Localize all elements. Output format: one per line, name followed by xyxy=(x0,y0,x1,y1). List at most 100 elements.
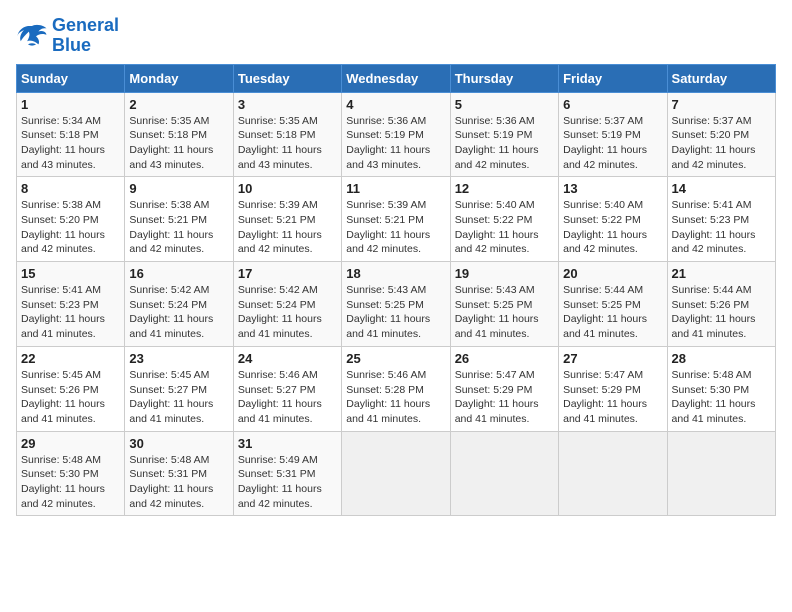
calendar-cell: 19 Sunrise: 5:43 AM Sunset: 5:25 PM Dayli… xyxy=(450,262,558,347)
day-number: 18 xyxy=(346,266,445,281)
calendar-row: 22Sunrise: 5:45 AM Sunset: 5:26 PM Dayli… xyxy=(17,346,776,431)
col-header-saturday: Saturday xyxy=(667,64,775,92)
col-header-sunday: Sunday xyxy=(17,64,125,92)
calendar-cell: 17 Sunrise: 5:42 AM Sunset: 5:24 PM Dayli… xyxy=(233,262,341,347)
day-number: 16 xyxy=(129,266,228,281)
day-number: 12 xyxy=(455,181,554,196)
day-info: Sunrise: 5:41 AM Sunset: 5:23 PM Dayligh… xyxy=(21,283,120,342)
calendar-cell: 15 Sunrise: 5:41 AM Sunset: 5:23 PM Dayli… xyxy=(17,262,125,347)
day-info: Sunrise: 5:45 AM Sunset: 5:27 PM Dayligh… xyxy=(129,368,228,427)
day-info: Sunrise: 5:39 AM Sunset: 5:21 PM Dayligh… xyxy=(346,198,445,257)
day-info: Sunrise: 5:37 AM Sunset: 5:20 PM Dayligh… xyxy=(672,114,771,173)
calendar-cell: 11 Sunrise: 5:39 AM Sunset: 5:21 PM Dayli… xyxy=(342,177,450,262)
day-info: Sunrise: 5:44 AM Sunset: 5:26 PM Dayligh… xyxy=(672,283,771,342)
calendar-cell: 26 Sunrise: 5:47 AM Sunset: 5:29 PM Dayli… xyxy=(450,346,558,431)
calendar-row: 8 Sunrise: 5:38 AM Sunset: 5:20 PM Daylig… xyxy=(17,177,776,262)
day-number: 26 xyxy=(455,351,554,366)
calendar-cell: 16 Sunrise: 5:42 AM Sunset: 5:24 PM Dayli… xyxy=(125,262,233,347)
day-number: 29 xyxy=(21,436,120,451)
calendar-cell: 5 Sunrise: 5:36 AM Sunset: 5:19 PM Daylig… xyxy=(450,92,558,177)
calendar-cell: 29Sunrise: 5:48 AM Sunset: 5:30 PM Dayli… xyxy=(17,431,125,516)
calendar-cell: 14 Sunrise: 5:41 AM Sunset: 5:23 PM Dayli… xyxy=(667,177,775,262)
calendar-cell: 4 Sunrise: 5:36 AM Sunset: 5:19 PM Daylig… xyxy=(342,92,450,177)
calendar-cell: 27 Sunrise: 5:47 AM Sunset: 5:29 PM Dayli… xyxy=(559,346,667,431)
day-number: 28 xyxy=(672,351,771,366)
day-number: 9 xyxy=(129,181,228,196)
day-info: Sunrise: 5:41 AM Sunset: 5:23 PM Dayligh… xyxy=(672,198,771,257)
day-info: Sunrise: 5:43 AM Sunset: 5:25 PM Dayligh… xyxy=(455,283,554,342)
day-number: 8 xyxy=(21,181,120,196)
calendar-cell: 21 Sunrise: 5:44 AM Sunset: 5:26 PM Dayli… xyxy=(667,262,775,347)
calendar-cell: 18 Sunrise: 5:43 AM Sunset: 5:25 PM Dayli… xyxy=(342,262,450,347)
day-number: 15 xyxy=(21,266,120,281)
col-header-thursday: Thursday xyxy=(450,64,558,92)
calendar-cell: 12 Sunrise: 5:40 AM Sunset: 5:22 PM Dayli… xyxy=(450,177,558,262)
calendar-cell: 13Sunrise: 5:40 AM Sunset: 5:22 PM Dayli… xyxy=(559,177,667,262)
day-number: 7 xyxy=(672,97,771,112)
day-info: Sunrise: 5:38 AM Sunset: 5:20 PM Dayligh… xyxy=(21,198,120,257)
day-info: Sunrise: 5:47 AM Sunset: 5:29 PM Dayligh… xyxy=(455,368,554,427)
day-number: 6 xyxy=(563,97,662,112)
col-header-wednesday: Wednesday xyxy=(342,64,450,92)
calendar-cell xyxy=(342,431,450,516)
calendar-cell: 30 Sunrise: 5:48 AM Sunset: 5:31 PM Dayli… xyxy=(125,431,233,516)
day-number: 23 xyxy=(129,351,228,366)
calendar-row: 1Sunrise: 5:34 AM Sunset: 5:18 PM Daylig… xyxy=(17,92,776,177)
calendar-cell: 24 Sunrise: 5:46 AM Sunset: 5:27 PM Dayli… xyxy=(233,346,341,431)
day-number: 20 xyxy=(563,266,662,281)
calendar-cell: 31 Sunrise: 5:49 AM Sunset: 5:31 PM Dayli… xyxy=(233,431,341,516)
day-number: 17 xyxy=(238,266,337,281)
day-number: 14 xyxy=(672,181,771,196)
day-info: Sunrise: 5:40 AM Sunset: 5:22 PM Dayligh… xyxy=(455,198,554,257)
day-info: Sunrise: 5:34 AM Sunset: 5:18 PM Dayligh… xyxy=(21,114,120,173)
day-info: Sunrise: 5:36 AM Sunset: 5:19 PM Dayligh… xyxy=(346,114,445,173)
calendar-cell: 2 Sunrise: 5:35 AM Sunset: 5:18 PM Daylig… xyxy=(125,92,233,177)
calendar-cell: 23 Sunrise: 5:45 AM Sunset: 5:27 PM Dayli… xyxy=(125,346,233,431)
day-info: Sunrise: 5:48 AM Sunset: 5:31 PM Dayligh… xyxy=(129,453,228,512)
calendar-cell: 9Sunrise: 5:38 AM Sunset: 5:21 PM Daylig… xyxy=(125,177,233,262)
calendar-table: SundayMondayTuesdayWednesdayThursdayFrid… xyxy=(16,64,776,517)
day-number: 21 xyxy=(672,266,771,281)
day-info: Sunrise: 5:46 AM Sunset: 5:28 PM Dayligh… xyxy=(346,368,445,427)
day-info: Sunrise: 5:42 AM Sunset: 5:24 PM Dayligh… xyxy=(238,283,337,342)
day-number: 19 xyxy=(455,266,554,281)
calendar-row: 15 Sunrise: 5:41 AM Sunset: 5:23 PM Dayli… xyxy=(17,262,776,347)
calendar-cell: 10 Sunrise: 5:39 AM Sunset: 5:21 PM Dayli… xyxy=(233,177,341,262)
day-info: Sunrise: 5:36 AM Sunset: 5:19 PM Dayligh… xyxy=(455,114,554,173)
calendar-cell: 28 Sunrise: 5:48 AM Sunset: 5:30 PM Dayli… xyxy=(667,346,775,431)
day-number: 25 xyxy=(346,351,445,366)
day-number: 3 xyxy=(238,97,337,112)
day-info: Sunrise: 5:35 AM Sunset: 5:18 PM Dayligh… xyxy=(129,114,228,173)
day-info: Sunrise: 5:39 AM Sunset: 5:21 PM Dayligh… xyxy=(238,198,337,257)
page-header: General Blue xyxy=(16,16,776,56)
day-info: Sunrise: 5:48 AM Sunset: 5:30 PM Dayligh… xyxy=(672,368,771,427)
calendar-cell: 8 Sunrise: 5:38 AM Sunset: 5:20 PM Daylig… xyxy=(17,177,125,262)
calendar-cell: 3Sunrise: 5:35 AM Sunset: 5:18 PM Daylig… xyxy=(233,92,341,177)
day-number: 13 xyxy=(563,181,662,196)
day-info: Sunrise: 5:46 AM Sunset: 5:27 PM Dayligh… xyxy=(238,368,337,427)
calendar-cell: 20 Sunrise: 5:44 AM Sunset: 5:25 PM Dayli… xyxy=(559,262,667,347)
day-number: 10 xyxy=(238,181,337,196)
calendar-cell: 25 Sunrise: 5:46 AM Sunset: 5:28 PM Dayli… xyxy=(342,346,450,431)
day-number: 27 xyxy=(563,351,662,366)
calendar-cell xyxy=(450,431,558,516)
day-number: 30 xyxy=(129,436,228,451)
col-header-tuesday: Tuesday xyxy=(233,64,341,92)
calendar-cell: 6Sunrise: 5:37 AM Sunset: 5:19 PM Daylig… xyxy=(559,92,667,177)
day-info: Sunrise: 5:44 AM Sunset: 5:25 PM Dayligh… xyxy=(563,283,662,342)
day-info: Sunrise: 5:42 AM Sunset: 5:24 PM Dayligh… xyxy=(129,283,228,342)
calendar-cell: 22Sunrise: 5:45 AM Sunset: 5:26 PM Dayli… xyxy=(17,346,125,431)
day-info: Sunrise: 5:47 AM Sunset: 5:29 PM Dayligh… xyxy=(563,368,662,427)
day-info: Sunrise: 5:43 AM Sunset: 5:25 PM Dayligh… xyxy=(346,283,445,342)
day-number: 11 xyxy=(346,181,445,196)
calendar-cell: 1Sunrise: 5:34 AM Sunset: 5:18 PM Daylig… xyxy=(17,92,125,177)
col-header-friday: Friday xyxy=(559,64,667,92)
day-number: 5 xyxy=(455,97,554,112)
day-number: 4 xyxy=(346,97,445,112)
day-number: 2 xyxy=(129,97,228,112)
col-header-monday: Monday xyxy=(125,64,233,92)
day-number: 24 xyxy=(238,351,337,366)
calendar-cell xyxy=(667,431,775,516)
day-info: Sunrise: 5:49 AM Sunset: 5:31 PM Dayligh… xyxy=(238,453,337,512)
day-number: 31 xyxy=(238,436,337,451)
